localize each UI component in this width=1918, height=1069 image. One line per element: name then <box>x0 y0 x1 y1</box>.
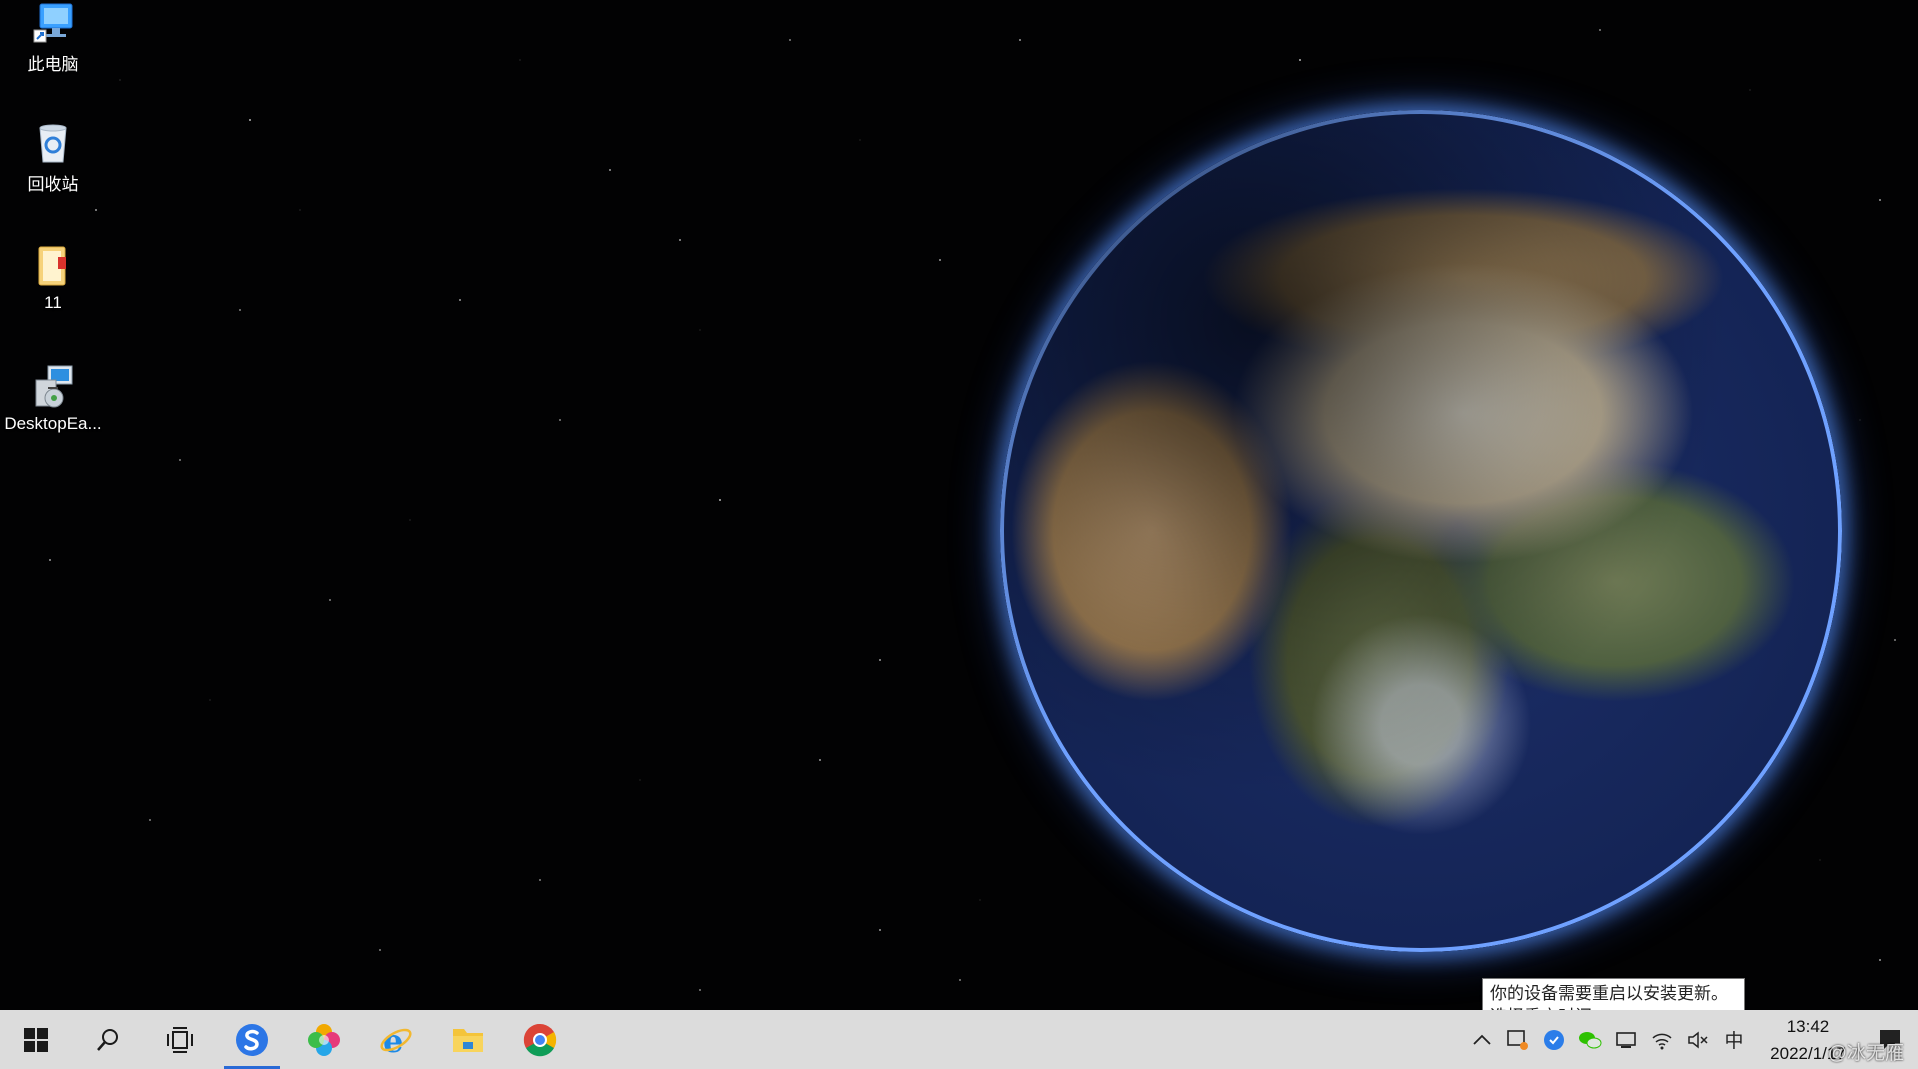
installer-icon <box>30 364 76 410</box>
desktop-icon-recycle-bin[interactable]: 回收站 <box>0 120 106 195</box>
taskbar: e 中 13:42 2022/1/17 5 <box>0 1010 1918 1069</box>
recycle-bin-icon <box>30 120 76 166</box>
desktop-icon-label: 11 <box>44 293 62 312</box>
wechat-tray-button[interactable] <box>1572 1010 1608 1069</box>
this-pc-icon <box>30 0 76 46</box>
desktop-icon-label: DesktopEa... <box>4 414 102 433</box>
tooltip-line-1: 你的设备需要重启以安装更新。 <box>1490 984 1728 1003</box>
chevron-up-icon <box>1473 1034 1491 1045</box>
sogou-s-icon <box>236 1023 268 1056</box>
start-button[interactable] <box>0 1010 72 1069</box>
task-view-button[interactable] <box>144 1010 216 1069</box>
monitor-icon <box>1616 1031 1636 1048</box>
sogou-browser-button[interactable] <box>216 1010 288 1069</box>
desktop-icon-label: 回收站 <box>27 175 79 194</box>
desktop-icon-desktopeasy[interactable]: DesktopEa... <box>0 364 106 434</box>
input-method-button[interactable]: 中 <box>1716 1010 1752 1069</box>
clock-time: 13:42 <box>1786 1016 1830 1036</box>
desktop-icon-label: 此电脑 <box>27 55 79 74</box>
blue-shield-icon <box>1544 1029 1564 1050</box>
chrome-icon <box>523 1023 557 1056</box>
desktop-icon-this-pc[interactable]: 此电脑 <box>0 0 106 75</box>
tray-monitor-button[interactable] <box>1608 1010 1644 1069</box>
search-icon <box>97 1028 118 1051</box>
speaker-muted-icon <box>1688 1030 1708 1049</box>
earth-shadow <box>1000 110 1842 952</box>
tray-app-blue-button[interactable] <box>1536 1010 1572 1069</box>
file-explorer-button[interactable] <box>432 1010 504 1069</box>
folder-icon <box>453 1028 483 1052</box>
task-view-icon <box>167 1026 193 1053</box>
desktop-icon-folder-11[interactable]: 11 <box>0 243 106 313</box>
folder-icon <box>30 243 76 289</box>
chrome-button[interactable] <box>504 1010 576 1069</box>
wechat-icon <box>1579 1031 1602 1048</box>
show-hidden-icons-button[interactable] <box>1464 1010 1500 1069</box>
update-notice-icon <box>1507 1029 1528 1050</box>
volume-button[interactable] <box>1680 1010 1716 1069</box>
update-tray-button[interactable] <box>1500 1010 1536 1069</box>
photos-app-button[interactable] <box>288 1010 360 1069</box>
wifi-icon <box>1652 1033 1672 1049</box>
watermark-text: @冰无雁 <box>1827 1043 1904 1064</box>
windows-logo-icon <box>24 1027 48 1052</box>
internet-explorer-icon: e <box>380 1023 412 1057</box>
network-button[interactable] <box>1644 1010 1680 1069</box>
ie-button[interactable]: e <box>360 1010 432 1069</box>
search-button[interactable] <box>72 1010 144 1069</box>
colorful-flower-icon <box>308 1023 340 1056</box>
